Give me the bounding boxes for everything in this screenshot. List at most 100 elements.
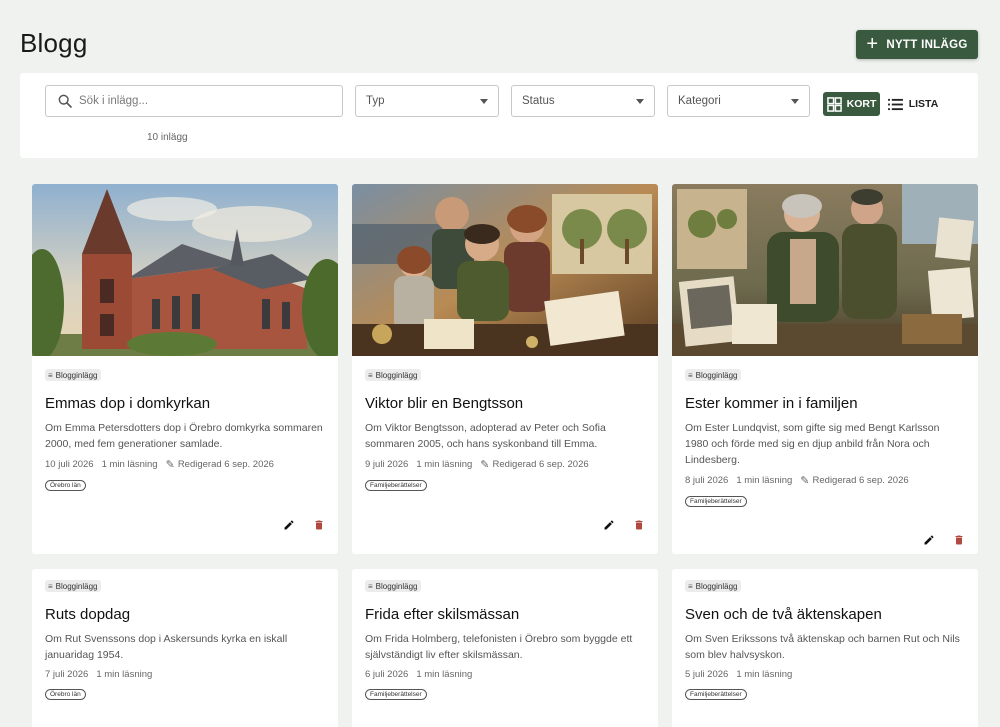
type-select-label: Typ [366,95,385,107]
post-tag[interactable]: Familjeberättelser [365,688,427,700]
post-description: Om Viktor Bengtsson, adopterad av Peter … [365,421,606,450]
post-type-icon: ≡ [48,581,53,591]
post-date: 8 juli 2026 [685,474,729,486]
post-type-chip: ≡ Blogginlägg [365,369,422,381]
post-title: Viktor blir en Bengtsson [365,394,524,412]
search-input[interactable] [79,95,319,107]
post-meta: 6 juli 2026 1 min läsning [365,669,645,680]
post-tag[interactable]: Örebro län [45,479,86,491]
post-type-icon: ≡ [48,370,53,380]
post-card[interactable]: ≡ Blogginlägg Ruts dopdag Om Rut Svensso… [32,569,338,727]
card-actions [283,519,325,531]
search-field[interactable] [45,85,343,117]
post-title: Ruts dopdag [45,605,131,623]
post-read-time: 1 min läsning [416,668,473,680]
post-tag[interactable]: Familjeberättelser [685,495,747,507]
status-select[interactable]: Status [511,85,655,117]
grid-icon [826,96,842,112]
category-select-label: Kategori [678,95,721,107]
family-image [352,184,658,356]
post-title: Ester kommer in i familjen [685,394,858,412]
post-title: Frida efter skilsmässan [365,605,520,623]
delete-icon[interactable] [633,519,645,531]
post-description: Om Frida Holmberg, telefonisten i Örebro… [365,632,633,661]
post-tag[interactable]: Örebro län [45,688,86,700]
chevron-down-icon [636,98,644,104]
post-meta: 5 juli 2026 1 min läsning [685,669,965,680]
search-icon [58,94,72,108]
post-type-chip: ≡ Blogginlägg [685,369,742,381]
post-tag[interactable]: Familjeberättelser [685,688,747,700]
category-select[interactable]: Kategori [667,85,810,117]
post-type-icon: ≡ [368,370,373,380]
delete-icon[interactable] [313,519,325,531]
post-type-label: Blogginlägg [55,370,98,380]
post-type-chip: ≡ Blogginlägg [45,369,102,381]
post-type-icon: ≡ [368,581,373,591]
chevron-down-icon [480,98,488,104]
edit-icon[interactable] [603,519,615,531]
post-title: Emmas dop i domkyrkan [45,394,211,412]
new-post-button[interactable]: + NYTT INLÄGG [856,30,978,59]
post-type-label: Blogginlägg [695,581,738,591]
card-actions [923,534,965,546]
post-meta: 7 juli 2026 1 min läsning [45,669,325,680]
post-read-time: 1 min läsning [736,668,793,680]
post-edited: Redigerad 6 sep. 2026 [177,458,274,470]
list-icon [887,98,903,110]
post-meta: 10 juli 2026 1 min läsning ✎ Redigerad 6… [45,458,325,471]
post-date: 5 juli 2026 [685,668,729,680]
post-type-chip: ≡ Blogginlägg [685,580,742,592]
post-date: 10 juli 2026 [45,458,94,470]
post-date: 7 juli 2026 [45,668,89,680]
post-read-time: 1 min läsning [416,458,473,470]
post-description: Om Emma Petersdotters dop i Örebro domky… [45,421,323,450]
post-type-label: Blogginlägg [375,581,418,591]
card-actions [603,519,645,531]
church-image [32,184,338,356]
post-type-icon: ≡ [688,581,693,591]
post-meta: 9 juli 2026 1 min läsning ✎ Redigerad 6 … [365,458,645,471]
post-edited: Redigerad 6 sep. 2026 [492,458,589,470]
edited-icon: ✎ [165,458,175,471]
post-type-chip: ≡ Blogginlägg [365,580,422,592]
edited-icon: ✎ [480,458,490,471]
edit-icon[interactable] [283,519,295,531]
chevron-down-icon [791,98,799,104]
post-type-label: Blogginlägg [375,370,418,380]
post-date: 6 juli 2026 [365,668,409,680]
post-card[interactable]: ≡ Blogginlägg Viktor blir en Bengtsson O… [352,184,658,554]
view-card-toggle[interactable]: KORT [823,92,880,116]
post-description: Om Rut Svenssons dop i Askersunds kyrka … [45,632,288,661]
view-list-label: LISTA [908,98,939,110]
view-list-toggle[interactable]: LISTA [884,92,942,116]
view-card-label: KORT [846,98,877,110]
post-card[interactable]: ≡ Blogginlägg Emmas dop i domkyrkan Om E… [32,184,338,554]
plus-icon: + [866,32,879,55]
post-date: 9 juli 2026 [365,458,409,470]
post-card[interactable]: ≡ Blogginlägg Frida efter skilsmässan Om… [352,569,658,727]
post-description: Om Ester Lundqvist, som gifte sig med Be… [685,421,940,466]
delete-icon[interactable] [953,534,965,546]
post-type-icon: ≡ [688,370,693,380]
type-select[interactable]: Typ [355,85,499,117]
edited-icon: ✎ [800,474,810,487]
post-title: Sven och de två äktenskapen [685,605,882,623]
post-card[interactable]: ≡ Blogginlägg Ester kommer in i familjen… [672,184,978,554]
new-post-label: NYTT INLÄGG [886,38,968,51]
post-card[interactable]: ≡ Blogginlägg Sven och de två äktenskape… [672,569,978,727]
filter-toolbar: Typ Status Kategori KORT LISTA 10 inlägg [20,73,978,158]
result-count: 10 inlägg [147,132,188,143]
post-read-time: 1 min läsning [101,458,158,470]
edit-icon[interactable] [923,534,935,546]
post-read-time: 1 min läsning [96,668,153,680]
post-read-time: 1 min läsning [736,474,793,486]
post-tag[interactable]: Familjeberättelser [365,479,427,491]
post-type-chip: ≡ Blogginlägg [45,580,102,592]
post-type-label: Blogginlägg [55,581,98,591]
couple-image [672,184,978,356]
page-title: Blogg [20,28,88,58]
status-select-label: Status [522,95,555,107]
post-description: Om Sven Erikssons två äktenskap och barn… [685,632,960,661]
post-type-label: Blogginlägg [695,370,738,380]
